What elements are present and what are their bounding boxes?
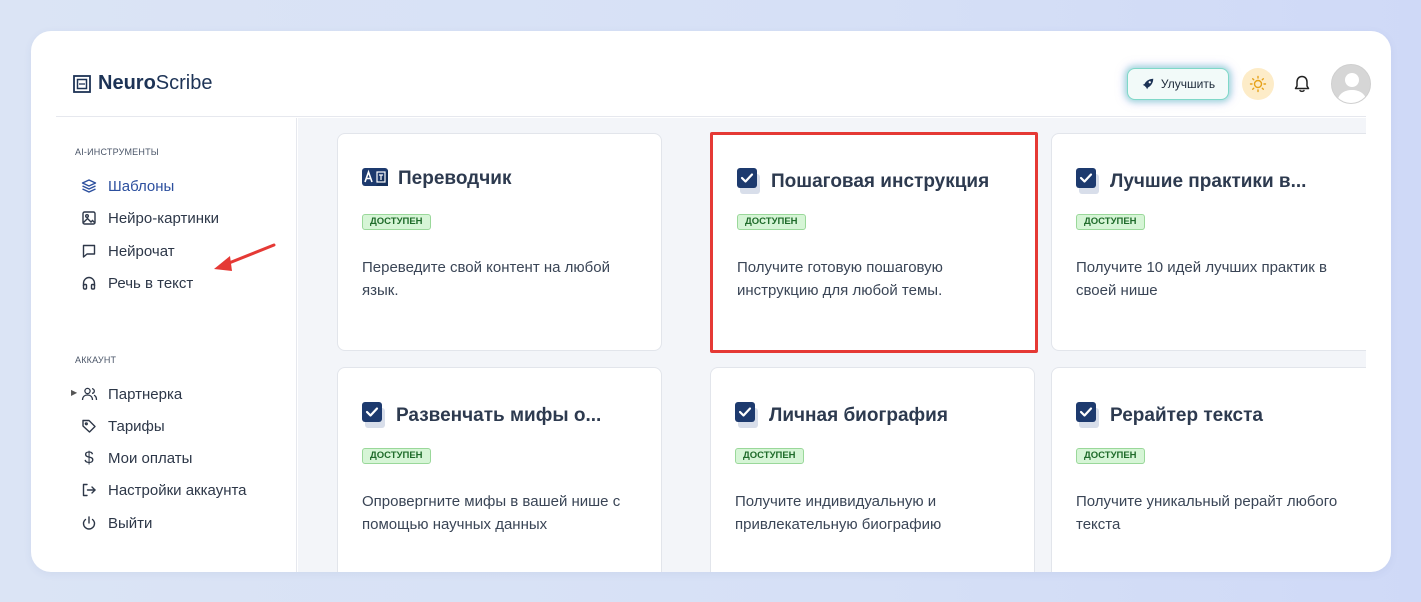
card-title: Переводчик bbox=[398, 168, 512, 189]
logo-icon bbox=[73, 74, 91, 93]
sidebar-item-neurochat[interactable]: Нейрочат bbox=[80, 240, 175, 262]
theme-toggle-button[interactable] bbox=[1242, 68, 1274, 100]
layers-icon bbox=[80, 177, 98, 195]
status-badge: ДОСТУПЕН bbox=[1076, 214, 1145, 230]
sun-icon bbox=[1249, 75, 1267, 93]
expand-caret-icon[interactable]: ▶ bbox=[71, 388, 77, 397]
logout-icon bbox=[80, 481, 98, 499]
status-badge: ДОСТУПЕН bbox=[737, 214, 806, 230]
status-badge: ДОСТУПЕН bbox=[1076, 448, 1145, 464]
sidebar: AI-ИНСТРУМЕНТЫ Шаблоны Нейро-картинки Не… bbox=[56, 118, 297, 572]
sidebar-item-payments[interactable]: $ Мои оплаты bbox=[80, 447, 192, 469]
template-card-step-by-step[interactable]: Пошаговая инструкция ДОСТУПЕН Получите г… bbox=[710, 132, 1038, 353]
sidebar-item-label: Речь в текст bbox=[108, 274, 194, 292]
checkbox-icon bbox=[1076, 168, 1099, 194]
checkbox-icon bbox=[362, 402, 385, 428]
chat-icon bbox=[80, 242, 98, 260]
dollar-icon: $ bbox=[84, 448, 94, 467]
status-badge: ДОСТУПЕН bbox=[362, 214, 431, 230]
tag-icon bbox=[80, 417, 98, 435]
checkbox-icon bbox=[735, 402, 758, 428]
sidebar-item-label: Партнерка bbox=[108, 385, 183, 403]
section-title-account: АККАУНТ bbox=[75, 355, 117, 365]
template-card-translator[interactable]: Переводчик ДОСТУПЕН Переведите свой конт… bbox=[337, 133, 662, 351]
card-description: Опровергните мифы в вашей нише с помощью… bbox=[362, 493, 621, 533]
section-title-tools: AI-ИНСТРУМЕНТЫ bbox=[75, 147, 159, 157]
sidebar-item-label: Нейрочат bbox=[108, 242, 175, 260]
image-icon bbox=[80, 209, 98, 227]
upgrade-label: Улучшить bbox=[1160, 77, 1216, 91]
status-badge: ДОСТУПЕН bbox=[735, 448, 804, 464]
card-title: Лучшие практики в... bbox=[1110, 171, 1307, 192]
upgrade-button[interactable]: Улучшить bbox=[1127, 68, 1229, 100]
template-card-debunk-myths[interactable]: Развенчать мифы о... ДОСТУПЕН Опровергни… bbox=[337, 367, 662, 572]
sidebar-item-tariffs[interactable]: Тарифы bbox=[80, 415, 165, 437]
card-description: Переведите свой контент на любой язык. bbox=[362, 259, 610, 299]
template-card-personal-bio[interactable]: Личная биография ДОСТУПЕН Получите индив… bbox=[710, 367, 1035, 572]
users-icon bbox=[80, 385, 98, 403]
sidebar-item-neuro-images[interactable]: Нейро-картинки bbox=[80, 207, 219, 229]
sidebar-item-account-settings[interactable]: Настройки аккаунта bbox=[80, 479, 247, 501]
power-icon bbox=[80, 514, 98, 532]
checkbox-icon bbox=[1076, 402, 1099, 428]
card-title: Развенчать мифы о... bbox=[396, 405, 602, 426]
translate-icon bbox=[362, 168, 388, 186]
rocket-icon bbox=[1142, 78, 1154, 90]
sidebar-item-logout[interactable]: Выйти bbox=[80, 512, 152, 534]
headphones-icon bbox=[80, 274, 98, 292]
template-card-best-practices[interactable]: Лучшие практики в... ДОСТУПЕН Получите 1… bbox=[1051, 133, 1366, 351]
templates-grid: Переводчик ДОСТУПЕН Переведите свой конт… bbox=[298, 118, 1366, 572]
card-description: Получите 10 идей лучших практик в своей … bbox=[1076, 259, 1327, 299]
card-description: Получите индивидуальную и привлекательну… bbox=[735, 493, 942, 533]
sidebar-item-label: Нейро-картинки bbox=[108, 209, 219, 227]
template-card-text-rewriter[interactable]: Рерайтер текста ДОСТУПЕН Получите уникал… bbox=[1051, 367, 1366, 572]
card-title: Рерайтер текста bbox=[1110, 405, 1263, 426]
card-title: Личная биография bbox=[769, 405, 948, 426]
sidebar-item-label: Шаблоны bbox=[108, 177, 175, 195]
avatar[interactable] bbox=[1331, 64, 1371, 104]
logo-text-bold: Neuro bbox=[98, 72, 156, 94]
sidebar-item-label: Настройки аккаунта bbox=[108, 481, 247, 499]
sidebar-item-templates[interactable]: Шаблоны bbox=[80, 175, 174, 197]
card-description: Получите готовую пошаговую инструкцию дл… bbox=[737, 259, 943, 299]
logo-text-regular: Scribe bbox=[155, 72, 213, 94]
bell-icon[interactable] bbox=[1292, 74, 1312, 94]
top-header: Neuro Scribe Улучшить bbox=[56, 31, 1371, 117]
sidebar-item-label: Выйти bbox=[108, 514, 153, 532]
sidebar-item-speech-to-text[interactable]: Речь в текст bbox=[80, 272, 193, 294]
user-avatar-icon bbox=[1337, 73, 1367, 103]
card-description: Получите уникальный рерайт любого текста bbox=[1076, 493, 1338, 533]
card-title: Пошаговая инструкция bbox=[771, 171, 990, 192]
app-window: Neuro Scribe Улучшить AI-ИНСТРУМЕНТЫ Шаб… bbox=[31, 31, 1391, 572]
sidebar-item-label: Мои оплаты bbox=[108, 449, 193, 467]
red-arrow-annotation bbox=[214, 243, 276, 271]
logo[interactable]: Neuro Scribe bbox=[72, 72, 213, 95]
sidebar-item-partner[interactable]: Партнерка bbox=[80, 383, 182, 405]
sidebar-item-label: Тарифы bbox=[108, 417, 165, 435]
checkbox-icon bbox=[737, 168, 760, 194]
status-badge: ДОСТУПЕН bbox=[362, 448, 431, 464]
